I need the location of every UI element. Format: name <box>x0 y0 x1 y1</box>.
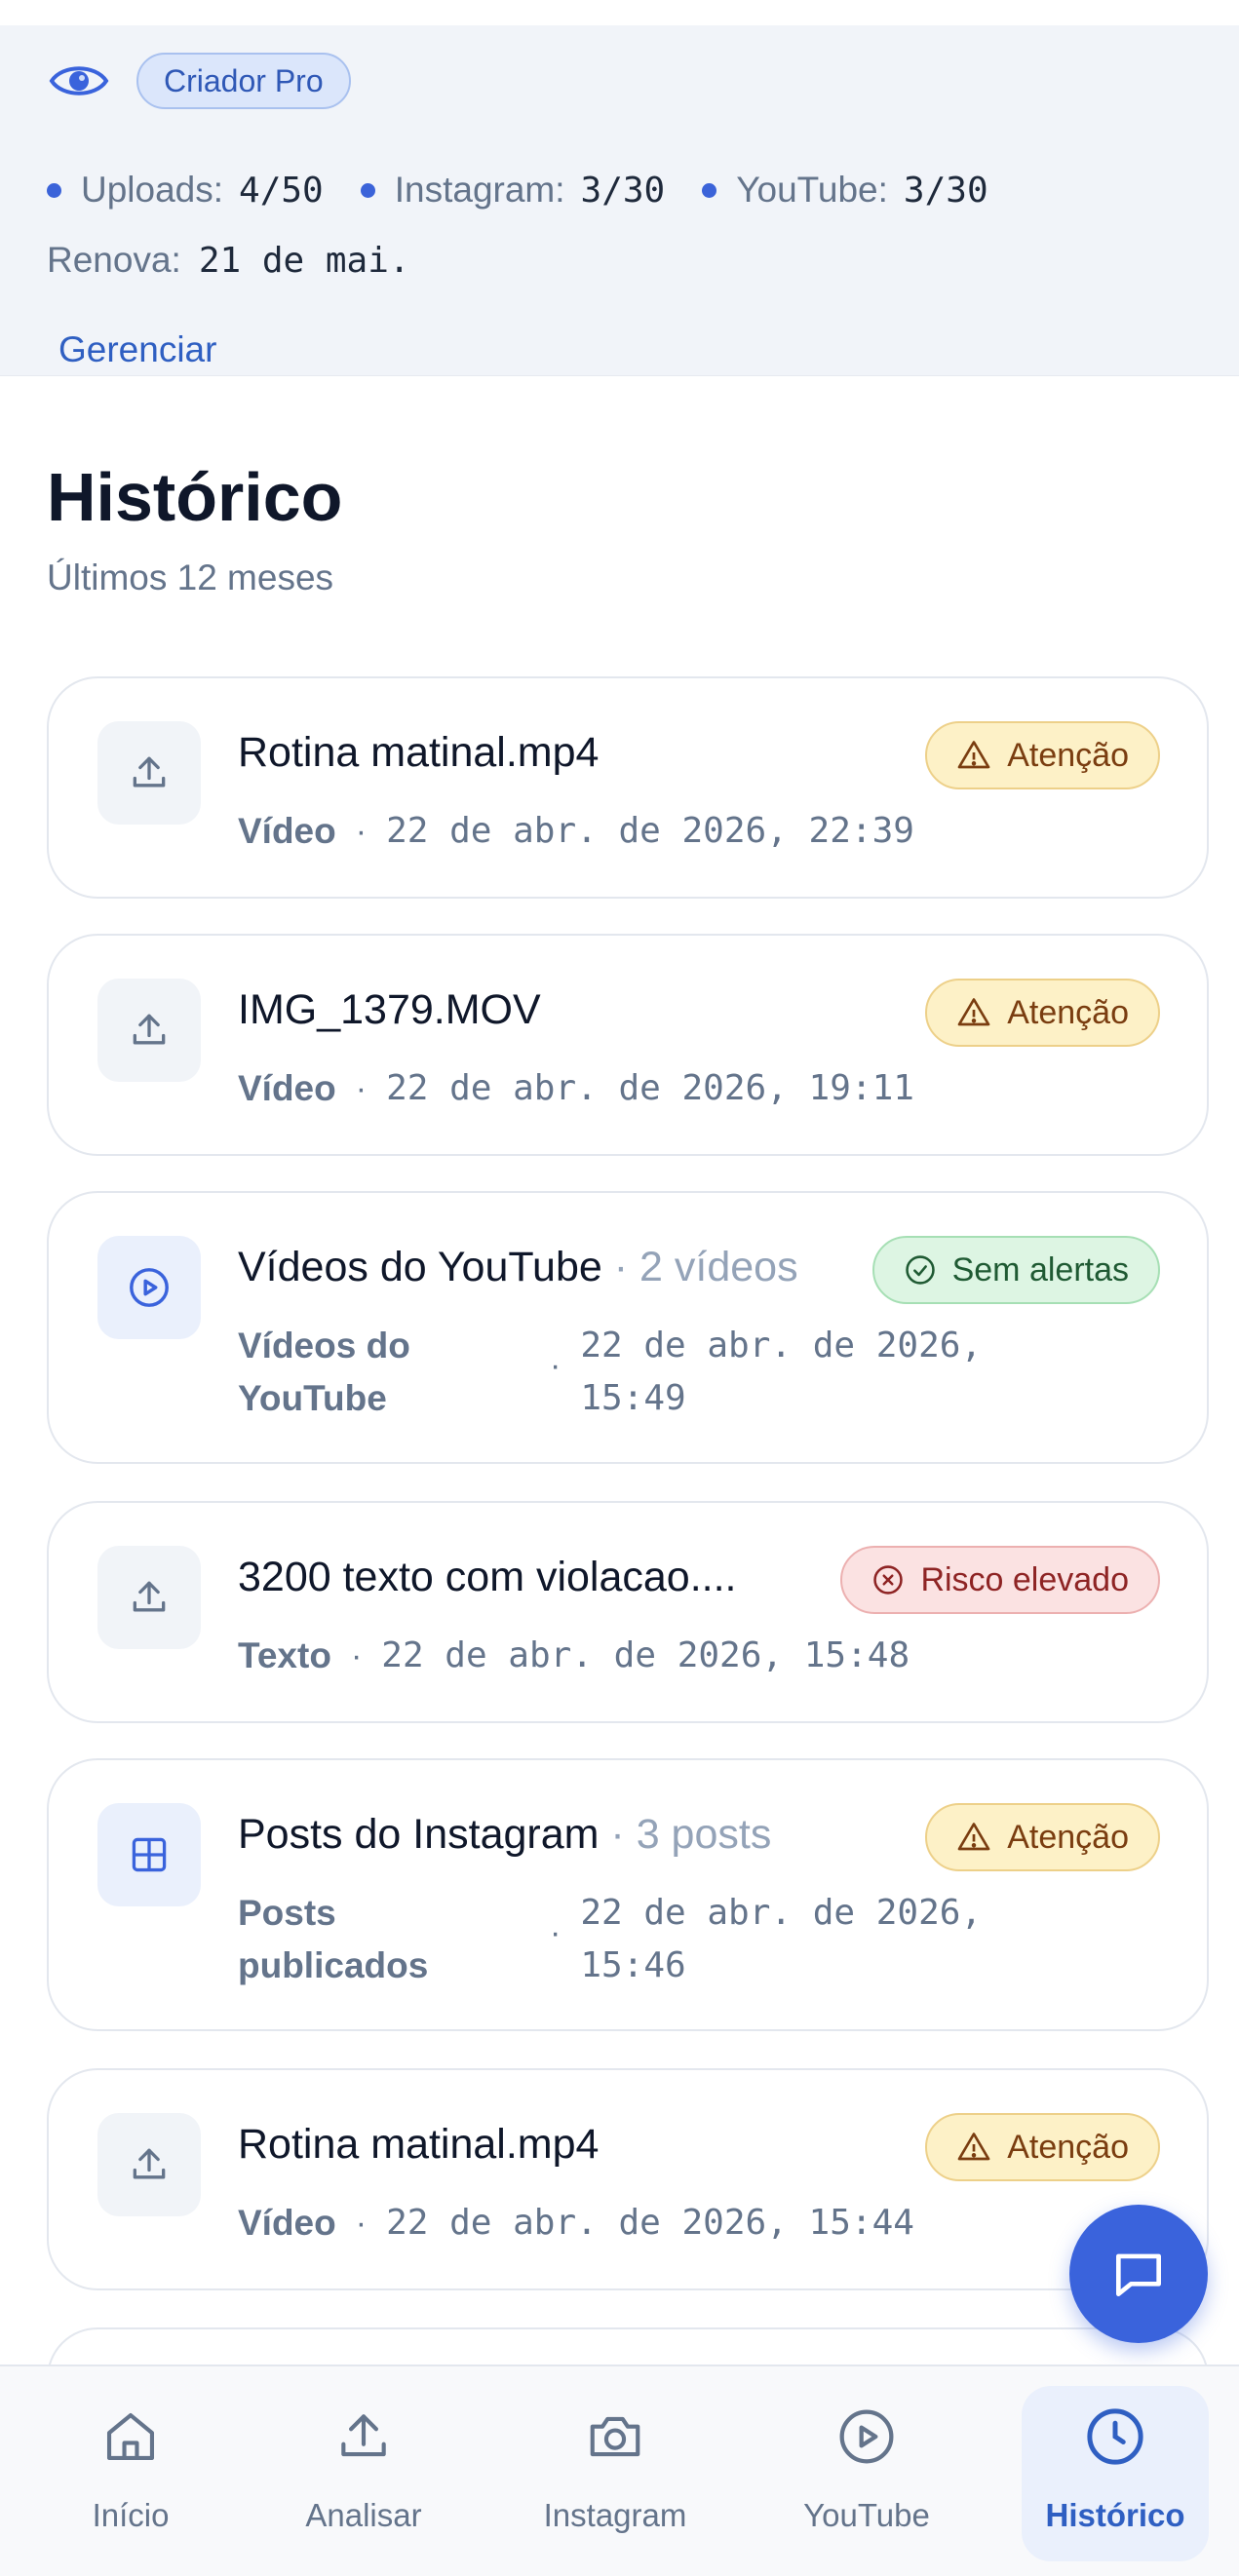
chat-button[interactable] <box>1069 2205 1208 2343</box>
youtube-label: YouTube: <box>736 170 888 210</box>
nav-inicio[interactable]: Início <box>19 2366 243 2576</box>
usage-uploads: Uploads: 4/50 <box>47 170 324 211</box>
warning-icon <box>957 1823 990 1851</box>
history-card[interactable]: 3200 texto com violacao.... Texto · 22 d… <box>47 1501 1209 1723</box>
warning-icon <box>957 741 990 769</box>
card-meta: Texto · 22 de abr. de 2026, 15:48 <box>238 1635 910 1675</box>
uploads-label: Uploads: <box>81 170 224 210</box>
grid-icon <box>97 1803 201 1906</box>
nav-youtube[interactable]: YouTube <box>755 2366 979 2576</box>
nav-historico[interactable]: Histórico <box>1022 2386 1209 2561</box>
status-badge-warning: Atenção <box>925 1803 1160 1871</box>
upload-icon <box>97 2113 201 2216</box>
history-card[interactable]: Rotina matinal.mp4 Vídeo · 22 de abr. de… <box>47 2068 1209 2290</box>
history-card[interactable]: Posts do Instagram · 3 posts Posts publi… <box>47 1758 1209 2031</box>
camera-icon <box>585 2402 645 2472</box>
warning-icon <box>957 2133 990 2161</box>
usage-youtube: YouTube: 3/30 <box>702 170 988 211</box>
card-meta: Vídeos do YouTube · 22 de abr. de 2026, … <box>238 1326 983 1418</box>
chat-icon <box>1116 2253 1161 2296</box>
renew-value: 21 de mai. <box>198 240 410 281</box>
card-title: Rotina matinal.mp4 <box>238 2121 600 2168</box>
bullet-dot <box>702 182 717 198</box>
upload-icon <box>97 1546 201 1649</box>
plan-badge: Criador Pro <box>136 53 351 109</box>
upload-icon <box>97 721 201 825</box>
card-title: Posts do Instagram · 3 posts <box>238 1811 772 1858</box>
bottom-nav: Início Analisar Instagram YouTube Histór… <box>0 2365 1239 2576</box>
page-title: Histórico <box>47 459 343 535</box>
plan-header: Criador Pro <box>47 53 351 109</box>
play-circle-icon <box>835 2402 898 2472</box>
card-meta: Vídeo · 22 de abr. de 2026, 15:44 <box>238 2203 914 2243</box>
youtube-value: 3/30 <box>903 170 988 211</box>
status-badge-warning: Atenção <box>925 2113 1160 2181</box>
upload-icon <box>333 2402 394 2472</box>
check-circle-icon <box>905 1255 935 1285</box>
bullet-dot <box>360 182 375 198</box>
top-spacer <box>0 0 1239 25</box>
card-meta: Vídeo · 22 de abr. de 2026, 19:11 <box>238 1068 914 1108</box>
card-title: IMG_1379.MOV <box>238 986 541 1033</box>
uploads-value: 4/50 <box>239 170 324 211</box>
status-badge-warning: Atenção <box>925 979 1160 1047</box>
renew-row: Renova: 21 de mai. <box>47 240 410 281</box>
x-circle-icon <box>873 1565 904 1595</box>
eye-icon[interactable] <box>47 54 111 108</box>
warning-icon <box>957 998 990 1026</box>
clock-icon <box>1083 2402 1147 2472</box>
nav-instagram[interactable]: Instagram <box>503 2366 727 2576</box>
instagram-label: Instagram: <box>394 170 565 210</box>
play-circle-icon <box>97 1236 201 1339</box>
manage-link[interactable]: Gerenciar <box>58 329 216 370</box>
bullet-dot <box>47 182 61 198</box>
card-meta: Posts publicados · 22 de abr. de 2026, 1… <box>238 1893 983 1985</box>
usage-row: Uploads: 4/50 Instagram: 3/30 YouTube: 3… <box>47 170 1026 211</box>
card-meta: Vídeo · 22 de abr. de 2026, 22:39 <box>238 811 914 851</box>
history-card[interactable]: IMG_1379.MOV Vídeo · 22 de abr. de 2026,… <box>47 934 1209 1156</box>
status-badge-warning: Atenção <box>925 721 1160 789</box>
history-card[interactable]: Vídeos do YouTube · 2 vídeos Vídeos do Y… <box>47 1191 1209 1464</box>
card-title: 3200 texto com violacao.... <box>238 1554 737 1600</box>
status-badge-risk: Risco elevado <box>840 1546 1160 1614</box>
upload-icon <box>97 979 201 1082</box>
usage-instagram: Instagram: 3/30 <box>360 170 666 211</box>
renew-label: Renova: <box>47 240 181 280</box>
home-icon <box>100 2402 161 2472</box>
page-subtitle: Últimos 12 meses <box>47 557 334 597</box>
nav-analisar[interactable]: Analisar <box>252 2366 476 2576</box>
card-title: Rotina matinal.mp4 <box>238 729 600 776</box>
plan-panel: Criador Pro Uploads: 4/50 Instagram: 3/3… <box>0 25 1239 376</box>
card-title: Vídeos do YouTube · 2 vídeos <box>238 1244 798 1290</box>
instagram-value: 3/30 <box>580 170 666 211</box>
history-card[interactable]: Rotina matinal.mp4 Vídeo · 22 de abr. de… <box>47 676 1209 899</box>
status-badge-ok: Sem alertas <box>871 1236 1160 1304</box>
